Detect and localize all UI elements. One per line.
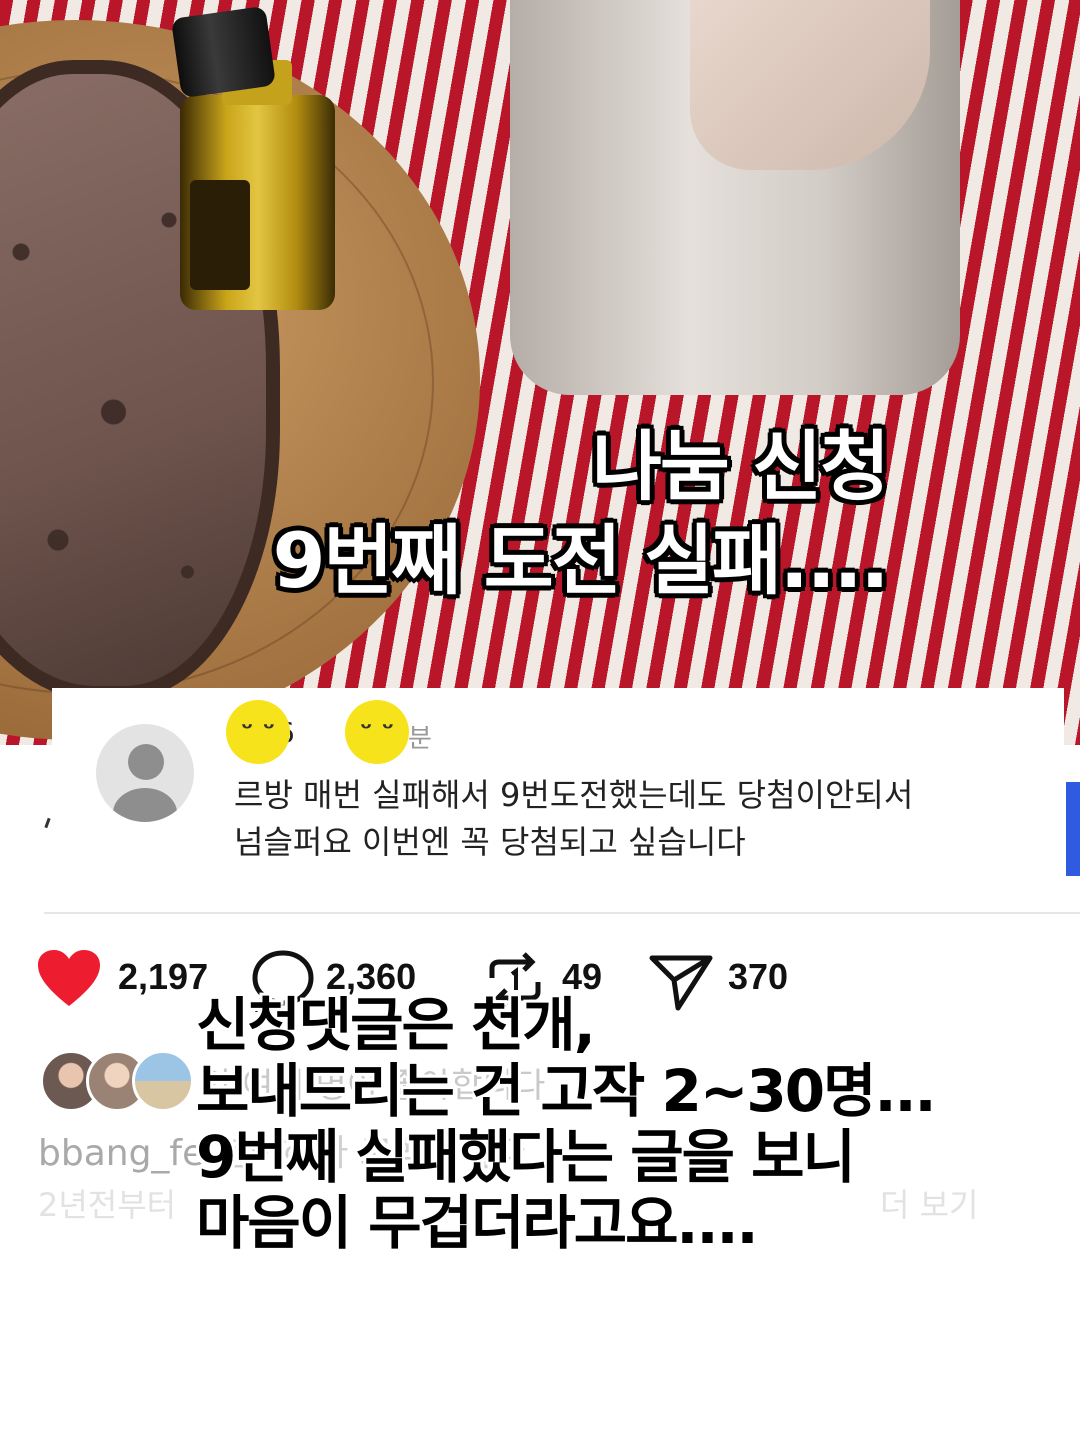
- overlay-line-4: 마음이 무겁더라고요....: [196, 1189, 759, 1257]
- smiley-sticker-icon: ᵕ ᵕ: [226, 700, 290, 764]
- tick-mark: [44, 817, 51, 829]
- avatar-body: [113, 788, 177, 822]
- overlay-line-2: 보내드리는 건 고작 2~30명...: [196, 1057, 937, 1125]
- avatar[interactable]: [96, 724, 194, 822]
- comment-text: 르방 매번 실패해서 9번도전했는데도 당첨이안되서 넘슬퍼요 이번엔 꼭 당첨…: [234, 772, 1034, 866]
- heart-icon: [38, 950, 100, 1006]
- liker-avatars[interactable]: [40, 1050, 194, 1112]
- photo-caption: 나눔 신청 9번째 도전 실패....: [0, 420, 1080, 608]
- liker-avatar: [132, 1050, 194, 1112]
- comment-text-line-2: 넘슬퍼요 이번엔 꼭 당첨되고 싶습니다: [234, 823, 746, 861]
- post-photo: 나눔 신청 9번째 도전 실패....: [0, 0, 1080, 745]
- comment-card[interactable]: ncj6 분 ᵕ ᵕ ᵕ ᵕ 르방 매번 실패해서 9번도전했는데도 당첨이안되…: [52, 688, 1064, 913]
- divider: [44, 912, 1080, 914]
- like-count: 2,197: [118, 956, 209, 997]
- bottle-cap: [170, 5, 277, 99]
- comment-text-line-1: 르방 매번 실패해서 9번도전했는데도 당첨이안되서: [234, 776, 914, 814]
- side-tab[interactable]: [1066, 782, 1080, 876]
- overlay-caption: 신청댓글은 천개, 보내드리는 건 고작 2~30명... 9번째 실패했다는 …: [196, 992, 1066, 1256]
- comment-time: 분: [408, 724, 432, 754]
- avatar-head: [128, 744, 164, 780]
- overlay-line-1: 신청댓글은 천개,: [196, 991, 596, 1059]
- smiley-sticker-icon: ᵕ ᵕ: [345, 700, 409, 764]
- caption-line-2: 9번째 도전 실패....: [272, 516, 890, 605]
- bottle-label: [190, 180, 250, 290]
- post-author-name[interactable]: bbang_fe: [38, 1133, 204, 1174]
- overlay-line-3: 9번째 실패했다는 글을 보니: [196, 1123, 856, 1191]
- caption-line-1: 나눔 신청: [591, 422, 890, 511]
